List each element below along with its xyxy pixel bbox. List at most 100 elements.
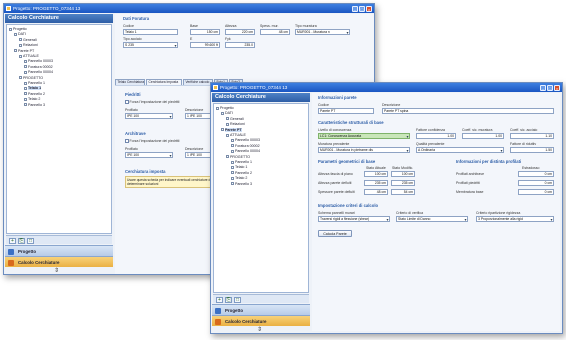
- tree-node[interactable]: Telaio 2: [24, 97, 40, 101]
- delete-icon[interactable]: □: [27, 237, 34, 244]
- codice-field[interactable]: Telaio 1: [123, 29, 178, 35]
- nav-progetto[interactable]: Progetto: [5, 245, 113, 256]
- expander-icon[interactable]: [226, 133, 229, 137]
- descrizione-field[interactable]: Parete PT spina: [382, 108, 554, 114]
- tree-node[interactable]: Parete PT: [221, 127, 242, 132]
- prof-architrave-field[interactable]: 0 cm: [518, 171, 554, 177]
- nav-progetto[interactable]: Progetto: [212, 304, 310, 315]
- nav-expand-icon[interactable]: ⇕: [257, 326, 262, 333]
- expander-icon[interactable]: [226, 122, 229, 126]
- ripartizione-select[interactable]: 3 Proporzionalmente alla rigid: [476, 216, 554, 222]
- schema-select[interactable]: Traversi rigidi a flessione (shear): [318, 216, 390, 222]
- membratura-field[interactable]: 0 cm: [518, 189, 554, 195]
- tree-node[interactable]: Pannello 3: [24, 103, 45, 107]
- profilato2-select[interactable]: IPE 100: [125, 152, 173, 158]
- expander-icon[interactable]: [226, 155, 229, 159]
- project-tree[interactable]: Progetto DATI Generali Relazioni Parete PT AT…: [213, 103, 309, 293]
- altezza-field[interactable]: 220 cm: [225, 29, 255, 35]
- altezza-piano-attuale-field[interactable]: 100 cm: [364, 171, 388, 177]
- tree-node[interactable]: Pannello 1: [24, 81, 45, 85]
- tree-node[interactable]: Generali: [226, 117, 244, 121]
- tipo-acciaio-select[interactable]: S 235: [123, 42, 178, 48]
- tree-node[interactable]: Foratura 00002: [231, 144, 260, 148]
- tree-node[interactable]: DATI: [221, 111, 233, 115]
- tree-node[interactable]: Relazioni: [19, 43, 38, 47]
- expander-icon[interactable]: [216, 106, 219, 110]
- fyk-field[interactable]: 235.0: [225, 42, 255, 48]
- maximize-icon[interactable]: □: [359, 5, 365, 12]
- tree-node[interactable]: Generali: [19, 38, 37, 42]
- tree-node[interactable]: ATTUALE: [226, 133, 246, 137]
- copy-icon[interactable]: ⎘: [18, 237, 25, 244]
- altezza-parete-attuale-field[interactable]: 235 cm: [364, 180, 388, 186]
- muratura-prev-select[interactable]: MUR001 - Muratura in pietrame dis: [318, 147, 410, 153]
- delete-icon[interactable]: □: [234, 296, 241, 303]
- window-back-titlebar[interactable]: Progetto: PROGETTO_07344 13 – □ ×: [4, 4, 374, 13]
- tree-node[interactable]: Pannello 2: [24, 92, 45, 96]
- altezza-piano-modif-field[interactable]: 100 cm: [391, 171, 415, 177]
- coeff-acc-field[interactable]: 1.10: [510, 133, 554, 139]
- tree-node[interactable]: Telaio 1: [24, 86, 42, 91]
- expander-icon[interactable]: [19, 38, 22, 42]
- expander-icon[interactable]: [221, 128, 224, 132]
- tree-node[interactable]: Pannello 00004: [24, 70, 53, 74]
- livello-conoscenza-select[interactable]: LC1: Conoscenza Accurata: [318, 133, 410, 139]
- nav-calcolo-cerchiature[interactable]: Calcolo Cerchiature: [212, 315, 310, 326]
- criterio-select[interactable]: Stato Limite di Danno: [396, 216, 468, 222]
- altezza-parete-modif-field[interactable]: 235 cm: [391, 180, 415, 186]
- fattore-conf-field[interactable]: 1.00: [416, 133, 456, 139]
- nav-calcolo-cerchiature[interactable]: Calcolo Cerchiature: [5, 256, 113, 267]
- spessore-attuale-field[interactable]: 48 cm: [364, 189, 388, 195]
- close-icon[interactable]: ×: [554, 84, 560, 91]
- coeff-mur-field[interactable]: 1.00: [462, 133, 504, 139]
- expander-icon[interactable]: [14, 32, 17, 36]
- piedritti-checkbox[interactable]: Forza l'impostazione dei piedritti: [125, 100, 179, 104]
- add-icon[interactable]: +: [216, 296, 223, 303]
- copy-icon[interactable]: ⎘: [225, 296, 232, 303]
- tree-node[interactable]: Pannello 2: [231, 171, 252, 175]
- tree-node[interactable]: Pannello 00003: [24, 59, 53, 63]
- qualita-select[interactable]: A Ordinaria: [416, 147, 504, 153]
- tree-node[interactable]: Relazioni: [226, 122, 245, 126]
- codice-field[interactable]: Parete PT: [318, 108, 374, 114]
- calcola-parete-button[interactable]: Calcola Parete: [318, 230, 352, 237]
- nav-expand-icon[interactable]: ⇕: [54, 267, 59, 274]
- fattore-rid-field[interactable]: 1.50: [510, 147, 554, 153]
- tree-node[interactable]: Telaio 1: [231, 165, 247, 169]
- expander-icon[interactable]: [14, 49, 17, 53]
- minimize-icon[interactable]: –: [352, 5, 358, 12]
- minimize-icon[interactable]: –: [540, 84, 546, 91]
- close-icon[interactable]: ×: [366, 5, 372, 12]
- window-front-titlebar[interactable]: Progetto: PROGETTO_07344 13 – □ ×: [211, 83, 562, 92]
- architrave-checkbox[interactable]: Forza l'impostazione dei piedritti: [125, 139, 179, 143]
- tree-node[interactable]: PROGETTO: [226, 155, 250, 159]
- spessore-modif-field[interactable]: 54 cm: [391, 189, 415, 195]
- tree-node[interactable]: Telaio 2: [231, 176, 247, 180]
- maximize-icon[interactable]: □: [547, 84, 553, 91]
- tipo-muratura-select[interactable]: MUR001 - Muratura n: [295, 29, 350, 35]
- expander-icon[interactable]: [221, 111, 224, 115]
- tree-node[interactable]: Pannello 00004: [231, 149, 260, 153]
- expander-icon[interactable]: [19, 43, 22, 47]
- tree-node[interactable]: Pannello 1: [231, 160, 252, 164]
- add-icon[interactable]: +: [9, 237, 16, 244]
- expander-icon[interactable]: [19, 54, 22, 58]
- expander-icon[interactable]: [226, 117, 229, 121]
- tree-node[interactable]: Progetto: [9, 27, 27, 31]
- prof-piedritti-field[interactable]: 0 cm: [518, 180, 554, 186]
- tree-node[interactable]: ATTUALE: [19, 54, 39, 58]
- tree-node[interactable]: PROGETTO: [19, 76, 43, 80]
- spessore-field[interactable]: 48 cm: [260, 29, 290, 35]
- expander-icon[interactable]: [9, 27, 12, 31]
- tree-node[interactable]: Parete PT: [14, 49, 34, 53]
- base-field[interactable]: 150 cm: [190, 29, 220, 35]
- e-field[interactable]: 99.600 ft: [190, 42, 220, 48]
- tree-node[interactable]: Foratura 00002: [24, 65, 53, 69]
- tree-node[interactable]: Pannello 3: [231, 182, 252, 186]
- tree-node[interactable]: DATI: [14, 32, 26, 36]
- tree-node[interactable]: Pannello 00003: [231, 138, 260, 142]
- expander-icon[interactable]: [19, 76, 22, 80]
- profilato-select[interactable]: IPE 100: [125, 113, 173, 119]
- project-tree[interactable]: Progetto DATI Generali Relazioni Parete PT AT…: [6, 24, 112, 234]
- tree-node[interactable]: Progetto: [216, 106, 234, 110]
